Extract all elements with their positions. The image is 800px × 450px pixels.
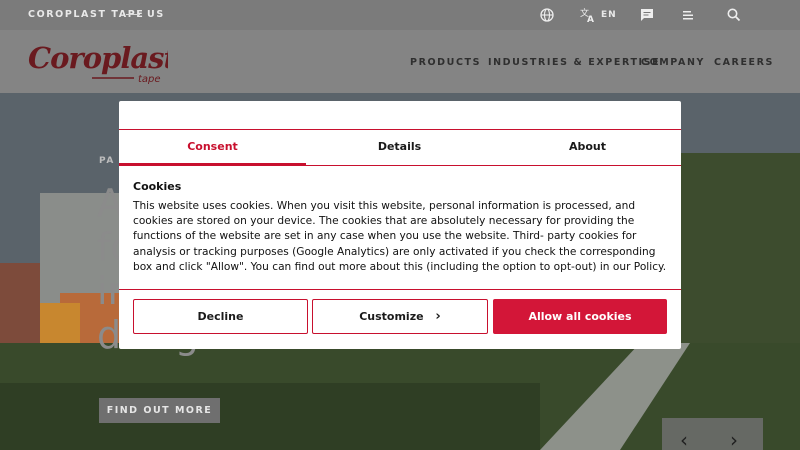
language-label[interactable]: EN (601, 10, 617, 20)
hero-eyebrow: PA (99, 156, 115, 166)
globe-icon[interactable] (539, 7, 555, 23)
chevron-right-icon: › (435, 309, 441, 324)
nav-products[interactable]: PRODUCTS (410, 57, 481, 68)
tab-details[interactable]: Details (306, 130, 493, 166)
top-bar: COROPLAST TAPE US 文A EN (0, 0, 800, 30)
dialog-title: Cookies (133, 180, 182, 193)
translate-icon[interactable]: 文A (580, 7, 596, 25)
allow-all-cookies-button[interactable]: Allow all cookies (493, 299, 667, 334)
decline-label: Decline (197, 310, 244, 323)
nav-careers[interactable]: CAREERS (714, 57, 774, 68)
decline-button[interactable]: Decline (133, 299, 308, 334)
tab-about[interactable]: About (494, 130, 681, 166)
dialog-body-text: This website uses cookies. When you visi… (133, 200, 667, 273)
coroplast-logo[interactable]: Coroplast tape (28, 40, 178, 85)
nav-company[interactable]: COMPANY (641, 57, 705, 68)
search-icon[interactable] (726, 7, 742, 23)
chevron-right-icon[interactable]: › (730, 428, 738, 450)
divider (119, 289, 681, 290)
chat-icon[interactable] (639, 7, 655, 23)
find-out-more-button[interactable]: FIND OUT MORE (99, 398, 220, 423)
cookie-consent-dialog: Consent Details About Cookies This websi… (119, 101, 681, 349)
svg-text:Coroplast: Coroplast (28, 41, 168, 75)
customize-button[interactable]: Customize › (312, 299, 488, 334)
svg-text:A: A (587, 15, 594, 23)
chevron-left-icon[interactable]: ‹ (680, 428, 688, 450)
svg-text:tape: tape (138, 74, 161, 84)
separator (126, 14, 140, 15)
region-label[interactable]: US (147, 9, 165, 20)
carousel-controls: ‹ › (662, 418, 763, 450)
allow-all-label: Allow all cookies (528, 310, 632, 323)
menu-icon[interactable] (680, 7, 696, 23)
consent-tabs: Consent Details About (119, 129, 681, 166)
customize-label: Customize (359, 310, 424, 323)
nav-industries-expertise[interactable]: INDUSTRIES & EXPERTISE (488, 57, 660, 68)
tab-consent[interactable]: Consent (119, 130, 306, 166)
